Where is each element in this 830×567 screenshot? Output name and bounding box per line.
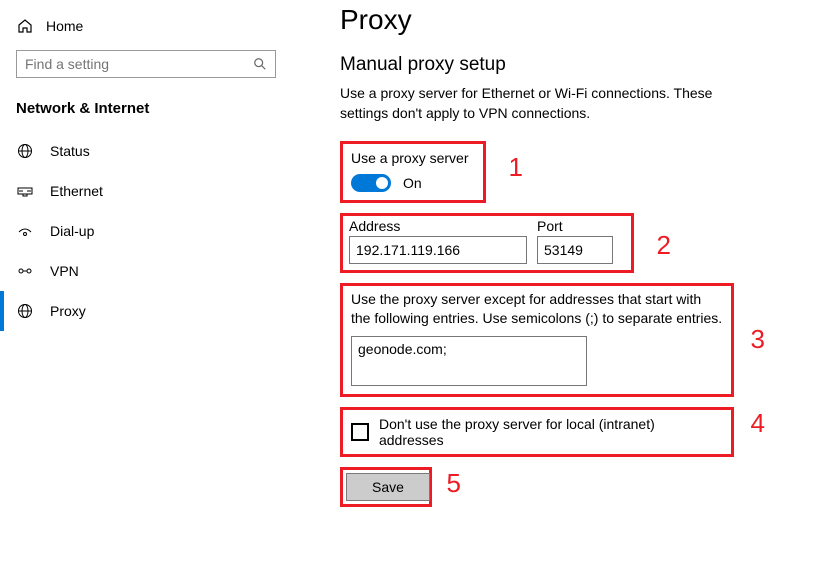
annotation-box-3: Use the proxy server except for addresse… bbox=[340, 283, 734, 397]
vpn-icon bbox=[16, 263, 34, 279]
save-button[interactable]: Save bbox=[346, 473, 430, 501]
home-icon bbox=[16, 18, 34, 34]
annotation-2: 2 bbox=[657, 230, 671, 261]
category-header: Network & Internet bbox=[0, 94, 300, 131]
home-label: Home bbox=[46, 18, 83, 34]
sidebar: Home Network & Internet Status Ethernet bbox=[0, 0, 300, 567]
annotation-box-4: Don't use the proxy server for local (in… bbox=[340, 407, 734, 457]
sidebar-item-status[interactable]: Status bbox=[0, 131, 300, 171]
proxy-toggle[interactable] bbox=[351, 174, 391, 192]
search-input[interactable] bbox=[25, 56, 253, 72]
local-checkbox-label: Don't use the proxy server for local (in… bbox=[379, 416, 723, 448]
annotation-5: 5 bbox=[447, 468, 461, 499]
annotation-4: 4 bbox=[751, 408, 765, 439]
search-icon bbox=[253, 57, 267, 71]
port-input[interactable] bbox=[537, 236, 613, 264]
address-label: Address bbox=[349, 218, 527, 234]
section-desc: Use a proxy server for Ethernet or Wi-Fi… bbox=[340, 84, 760, 123]
section-title: Manual proxy setup bbox=[340, 54, 806, 76]
sidebar-item-label: Proxy bbox=[50, 303, 86, 319]
content: Proxy Manual proxy setup Use a proxy ser… bbox=[300, 0, 830, 567]
annotation-3: 3 bbox=[751, 324, 765, 355]
proxy-toggle-state: On bbox=[403, 175, 422, 191]
sidebar-item-vpn[interactable]: VPN bbox=[0, 251, 300, 291]
page-title: Proxy bbox=[340, 4, 806, 36]
sidebar-item-label: Status bbox=[50, 143, 90, 159]
exceptions-input[interactable] bbox=[351, 336, 587, 386]
home-link[interactable]: Home bbox=[0, 12, 300, 42]
exceptions-label: Use the proxy server except for addresse… bbox=[351, 290, 723, 328]
sidebar-item-label: Ethernet bbox=[50, 183, 103, 199]
sidebar-item-label: Dial-up bbox=[50, 223, 94, 239]
annotation-box-2: Address Port 2 bbox=[340, 213, 634, 273]
sidebar-item-ethernet[interactable]: Ethernet bbox=[0, 171, 300, 211]
proxy-toggle-label: Use a proxy server bbox=[351, 150, 475, 166]
globe-icon bbox=[16, 143, 34, 159]
local-checkbox[interactable] bbox=[351, 423, 369, 441]
ethernet-icon bbox=[16, 183, 34, 199]
proxy-icon bbox=[16, 303, 34, 319]
address-input[interactable] bbox=[349, 236, 527, 264]
dialup-icon bbox=[16, 223, 34, 239]
search-box[interactable] bbox=[16, 50, 276, 78]
port-label: Port bbox=[537, 218, 613, 234]
annotation-box-5: Save 5 bbox=[340, 467, 432, 507]
sidebar-item-dialup[interactable]: Dial-up bbox=[0, 211, 300, 251]
sidebar-item-label: VPN bbox=[50, 263, 79, 279]
annotation-1: 1 bbox=[509, 152, 523, 183]
sidebar-item-proxy[interactable]: Proxy bbox=[0, 291, 300, 331]
annotation-box-1: Use a proxy server On 1 bbox=[340, 141, 486, 203]
